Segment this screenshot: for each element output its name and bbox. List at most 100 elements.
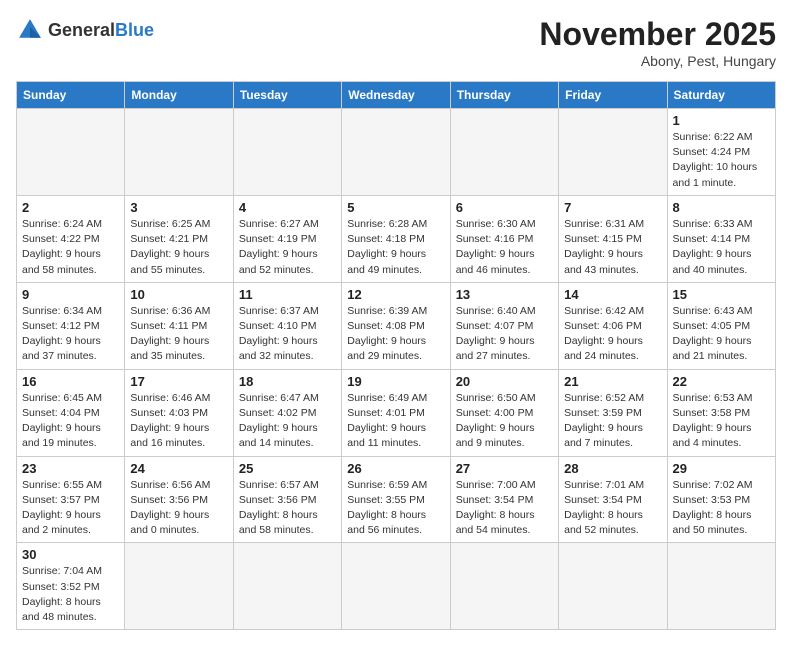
day-info: Sunrise: 6:47 AM Sunset: 4:02 PM Dayligh…: [239, 391, 336, 452]
weekday-header-cell: Wednesday: [342, 82, 450, 109]
calendar-day-cell: [450, 109, 558, 196]
calendar-day-cell: 6 Sunrise: 6:30 AM Sunset: 4:16 PM Daylig…: [450, 195, 558, 282]
day-number: 25: [239, 461, 336, 476]
calendar-day-cell: 5 Sunrise: 6:28 AM Sunset: 4:18 PM Daylig…: [342, 195, 450, 282]
logo-icon: [16, 16, 44, 44]
calendar-day-cell: 26 Sunrise: 6:59 AM Sunset: 3:55 PM Dayli…: [342, 456, 450, 543]
calendar-body: 1Sunrise: 6:22 AM Sunset: 4:24 PM Daylig…: [17, 109, 776, 630]
calendar-week-row: 23Sunrise: 6:55 AM Sunset: 3:57 PM Dayli…: [17, 456, 776, 543]
calendar-day-cell: 19 Sunrise: 6:49 AM Sunset: 4:01 PM Dayli…: [342, 369, 450, 456]
day-number: 4: [239, 200, 336, 215]
day-info: Sunrise: 6:46 AM Sunset: 4:03 PM Dayligh…: [130, 391, 227, 452]
day-number: 15: [673, 287, 770, 302]
day-number: 7: [564, 200, 661, 215]
day-info: Sunrise: 7:02 AM Sunset: 3:53 PM Dayligh…: [673, 478, 770, 539]
calendar-week-row: 16 Sunrise: 6:45 AM Sunset: 4:04 PM Dayli…: [17, 369, 776, 456]
calendar-day-cell: 15Sunrise: 6:43 AM Sunset: 4:05 PM Dayli…: [667, 282, 775, 369]
calendar-day-cell: 1Sunrise: 6:22 AM Sunset: 4:24 PM Daylig…: [667, 109, 775, 196]
day-number: 26: [347, 461, 444, 476]
day-number: 5: [347, 200, 444, 215]
calendar-day-cell: [125, 109, 233, 196]
day-number: 6: [456, 200, 553, 215]
day-info: Sunrise: 6:57 AM Sunset: 3:56 PM Dayligh…: [239, 478, 336, 539]
day-info: Sunrise: 6:31 AM Sunset: 4:15 PM Dayligh…: [564, 217, 661, 278]
calendar-table: SundayMondayTuesdayWednesdayThursdayFrid…: [16, 81, 776, 630]
calendar-day-cell: 21Sunrise: 6:52 AM Sunset: 3:59 PM Dayli…: [559, 369, 667, 456]
header: GeneralBlue November 2025 Abony, Pest, H…: [16, 16, 776, 69]
calendar-day-cell: 2 Sunrise: 6:24 AM Sunset: 4:22 PM Daylig…: [17, 195, 125, 282]
calendar-day-cell: 4 Sunrise: 6:27 AM Sunset: 4:19 PM Daylig…: [233, 195, 341, 282]
month-year-title: November 2025: [539, 16, 776, 53]
calendar-day-cell: 18 Sunrise: 6:47 AM Sunset: 4:02 PM Dayli…: [233, 369, 341, 456]
day-number: 9: [22, 287, 119, 302]
calendar-day-cell: 28 Sunrise: 7:01 AM Sunset: 3:54 PM Dayli…: [559, 456, 667, 543]
day-info: Sunrise: 6:28 AM Sunset: 4:18 PM Dayligh…: [347, 217, 444, 278]
day-number: 16: [22, 374, 119, 389]
calendar-day-cell: 3Sunrise: 6:25 AM Sunset: 4:21 PM Daylig…: [125, 195, 233, 282]
calendar-day-cell: [233, 543, 341, 630]
day-info: Sunrise: 6:25 AM Sunset: 4:21 PM Dayligh…: [130, 217, 227, 278]
day-number: 8: [673, 200, 770, 215]
calendar-day-cell: 22 Sunrise: 6:53 AM Sunset: 3:58 PM Dayli…: [667, 369, 775, 456]
day-info: Sunrise: 6:59 AM Sunset: 3:55 PM Dayligh…: [347, 478, 444, 539]
day-number: 19: [347, 374, 444, 389]
calendar-day-cell: 8 Sunrise: 6:33 AM Sunset: 4:14 PM Daylig…: [667, 195, 775, 282]
day-number: 1: [673, 113, 770, 128]
calendar-day-cell: 23Sunrise: 6:55 AM Sunset: 3:57 PM Dayli…: [17, 456, 125, 543]
calendar-day-cell: 25 Sunrise: 6:57 AM Sunset: 3:56 PM Dayli…: [233, 456, 341, 543]
day-info: Sunrise: 6:33 AM Sunset: 4:14 PM Dayligh…: [673, 217, 770, 278]
day-info: Sunrise: 6:40 AM Sunset: 4:07 PM Dayligh…: [456, 304, 553, 365]
logo: GeneralBlue: [16, 16, 154, 44]
weekday-header-cell: Thursday: [450, 82, 558, 109]
weekday-header-cell: Friday: [559, 82, 667, 109]
calendar-week-row: 1Sunrise: 6:22 AM Sunset: 4:24 PM Daylig…: [17, 109, 776, 196]
day-info: Sunrise: 6:36 AM Sunset: 4:11 PM Dayligh…: [130, 304, 227, 365]
calendar-day-cell: 20Sunrise: 6:50 AM Sunset: 4:00 PM Dayli…: [450, 369, 558, 456]
calendar-week-row: 9Sunrise: 6:34 AM Sunset: 4:12 PM Daylig…: [17, 282, 776, 369]
logo-text: GeneralBlue: [48, 20, 154, 41]
calendar-day-cell: 12Sunrise: 6:39 AM Sunset: 4:08 PM Dayli…: [342, 282, 450, 369]
day-info: Sunrise: 7:00 AM Sunset: 3:54 PM Dayligh…: [456, 478, 553, 539]
calendar-day-cell: [17, 109, 125, 196]
day-number: 18: [239, 374, 336, 389]
calendar-day-cell: [233, 109, 341, 196]
day-info: Sunrise: 6:37 AM Sunset: 4:10 PM Dayligh…: [239, 304, 336, 365]
calendar-day-cell: 17Sunrise: 6:46 AM Sunset: 4:03 PM Dayli…: [125, 369, 233, 456]
weekday-header-cell: Saturday: [667, 82, 775, 109]
calendar-day-cell: 16 Sunrise: 6:45 AM Sunset: 4:04 PM Dayli…: [17, 369, 125, 456]
calendar-day-cell: 24 Sunrise: 6:56 AM Sunset: 3:56 PM Dayli…: [125, 456, 233, 543]
day-number: 10: [130, 287, 227, 302]
day-number: 12: [347, 287, 444, 302]
day-info: Sunrise: 6:55 AM Sunset: 3:57 PM Dayligh…: [22, 478, 119, 539]
weekday-header-cell: Tuesday: [233, 82, 341, 109]
day-info: Sunrise: 6:27 AM Sunset: 4:19 PM Dayligh…: [239, 217, 336, 278]
day-number: 14: [564, 287, 661, 302]
day-number: 2: [22, 200, 119, 215]
day-info: Sunrise: 6:24 AM Sunset: 4:22 PM Dayligh…: [22, 217, 119, 278]
day-info: Sunrise: 6:42 AM Sunset: 4:06 PM Dayligh…: [564, 304, 661, 365]
calendar-day-cell: 14 Sunrise: 6:42 AM Sunset: 4:06 PM Dayli…: [559, 282, 667, 369]
calendar-week-row: 2 Sunrise: 6:24 AM Sunset: 4:22 PM Daylig…: [17, 195, 776, 282]
calendar-day-cell: [342, 543, 450, 630]
calendar-day-cell: 13 Sunrise: 6:40 AM Sunset: 4:07 PM Dayli…: [450, 282, 558, 369]
calendar-day-cell: 27Sunrise: 7:00 AM Sunset: 3:54 PM Dayli…: [450, 456, 558, 543]
day-number: 22: [673, 374, 770, 389]
day-number: 28: [564, 461, 661, 476]
day-info: Sunrise: 6:49 AM Sunset: 4:01 PM Dayligh…: [347, 391, 444, 452]
calendar-day-cell: 10 Sunrise: 6:36 AM Sunset: 4:11 PM Dayli…: [125, 282, 233, 369]
day-info: Sunrise: 7:01 AM Sunset: 3:54 PM Dayligh…: [564, 478, 661, 539]
day-info: Sunrise: 6:56 AM Sunset: 3:56 PM Dayligh…: [130, 478, 227, 539]
day-number: 13: [456, 287, 553, 302]
location-subtitle: Abony, Pest, Hungary: [539, 53, 776, 69]
calendar-day-cell: 9Sunrise: 6:34 AM Sunset: 4:12 PM Daylig…: [17, 282, 125, 369]
title-area: November 2025 Abony, Pest, Hungary: [539, 16, 776, 69]
calendar-week-row: 30Sunrise: 7:04 AM Sunset: 3:52 PM Dayli…: [17, 543, 776, 630]
day-info: Sunrise: 6:45 AM Sunset: 4:04 PM Dayligh…: [22, 391, 119, 452]
day-info: Sunrise: 6:30 AM Sunset: 4:16 PM Dayligh…: [456, 217, 553, 278]
day-number: 24: [130, 461, 227, 476]
day-number: 29: [673, 461, 770, 476]
day-info: Sunrise: 6:53 AM Sunset: 3:58 PM Dayligh…: [673, 391, 770, 452]
day-number: 21: [564, 374, 661, 389]
calendar-day-cell: 29 Sunrise: 7:02 AM Sunset: 3:53 PM Dayli…: [667, 456, 775, 543]
day-info: Sunrise: 7:04 AM Sunset: 3:52 PM Dayligh…: [22, 564, 119, 625]
